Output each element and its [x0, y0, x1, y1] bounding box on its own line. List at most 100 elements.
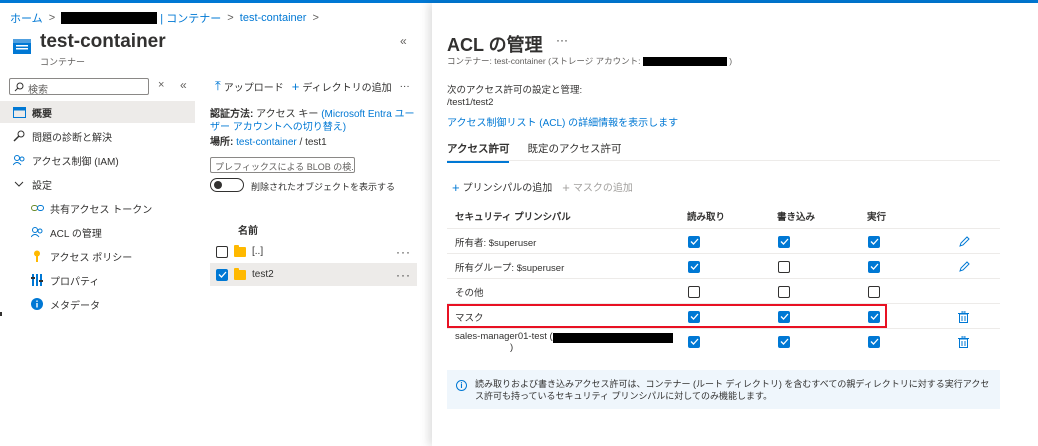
- breadcrumb: ホーム > | コンテナー > test-container >: [10, 10, 322, 26]
- sidebar-group-settings[interactable]: 設定: [0, 173, 195, 195]
- add-directory-button[interactable]: + ディレクトリの追加: [292, 79, 392, 94]
- sidebar-item-label: 共有アクセス トークン: [50, 204, 153, 216]
- execute-checkbox[interactable]: [868, 335, 880, 348]
- sidebar-item-acl[interactable]: ACL の管理: [0, 221, 195, 243]
- write-checkbox[interactable]: [778, 335, 790, 348]
- execute-cell: [868, 254, 880, 279]
- acl-actions: + プリンシパルの追加 + マスクの追加: [452, 179, 633, 195]
- checkmark-icon: [870, 338, 878, 345]
- sidebar-item-properties[interactable]: プロパティ: [0, 269, 195, 291]
- properties-icon: [30, 273, 44, 287]
- read-checkbox[interactable]: [688, 335, 700, 348]
- principal-label: 所有グループ: $superuser: [455, 262, 565, 274]
- search-icon: [14, 82, 24, 92]
- breadcrumb-container-link[interactable]: | コンテナー: [160, 13, 221, 25]
- breadcrumb-current[interactable]: test-container: [240, 12, 307, 24]
- mask-row-highlight: [447, 304, 887, 328]
- info-icon: i: [456, 380, 467, 391]
- execute-checkbox[interactable]: [868, 260, 880, 273]
- acl-path: /test1/test2: [447, 97, 494, 108]
- principal-name: その他: [455, 279, 484, 304]
- sidebar-item-label: プロパティ: [50, 276, 100, 288]
- prefix-search-input[interactable]: プレフィックスによる BLOB の検...: [210, 157, 355, 173]
- table-row: sales-manager01-test (): [447, 329, 1000, 354]
- more-icon[interactable]: ···: [396, 245, 411, 259]
- table-row: 所有者: $superuser: [447, 229, 1000, 254]
- execute-checkbox[interactable]: [868, 235, 880, 248]
- add-principal-label: プリンシパルの追加: [462, 183, 553, 194]
- more-icon[interactable]: ···: [556, 33, 568, 47]
- sidebar-item-label: 設定: [32, 180, 52, 192]
- sidebar-item-label: 概要: [32, 108, 52, 120]
- pencil-icon[interactable]: [958, 254, 970, 279]
- upload-button[interactable]: ⤒ アップロード: [215, 78, 284, 94]
- read-checkbox[interactable]: [688, 260, 700, 273]
- add-mask-button[interactable]: + マスクの追加: [562, 179, 633, 195]
- checkmark-icon: [690, 263, 698, 270]
- write-cell: [778, 329, 790, 354]
- plus-icon: +: [291, 78, 300, 94]
- sidebar-item-iam[interactable]: アクセス制御 (IAM): [0, 149, 195, 171]
- add-principal-button[interactable]: + プリンシパルの追加: [452, 179, 552, 195]
- search-placeholder: 検索: [28, 85, 48, 96]
- principal-name: 所有グループ: $superuser: [455, 254, 564, 279]
- search-input[interactable]: 検索: [9, 78, 149, 96]
- item-name[interactable]: test2: [252, 269, 274, 280]
- write-cell: [778, 279, 790, 304]
- wrench-icon: [12, 129, 26, 143]
- container-toolbar: ⤒ アップロード + ディレクトリの追加 ···: [215, 78, 410, 94]
- row-checkbox[interactable]: [216, 245, 228, 258]
- list-item[interactable]: test2 ···: [210, 263, 417, 286]
- execute-checkbox[interactable]: [868, 285, 880, 298]
- container-icon: [12, 36, 32, 56]
- redacted-account-name: [61, 12, 158, 24]
- row-checkbox[interactable]: [216, 268, 228, 281]
- write-checkbox[interactable]: [778, 235, 790, 248]
- sidebar-item-shared-access-token[interactable]: 共有アクセス トークン: [0, 197, 195, 219]
- sidebar-item-metadata[interactable]: メタデータ: [0, 293, 195, 315]
- checkmark-icon: [218, 271, 226, 278]
- add-mask-label: マスクの追加: [572, 183, 633, 194]
- double-chevron-left-icon[interactable]: «: [400, 34, 407, 48]
- read-cell: [688, 254, 700, 279]
- column-header-execute: 実行: [867, 212, 887, 223]
- principal-name: 所有者: $superuser: [455, 229, 536, 254]
- read-checkbox[interactable]: [688, 235, 700, 248]
- show-deleted-toggle[interactable]: [210, 178, 244, 192]
- pencil-icon[interactable]: [958, 229, 970, 254]
- chevron-down-icon: [12, 177, 26, 191]
- checkmark-icon: [690, 338, 698, 345]
- item-name[interactable]: [..]: [252, 246, 263, 257]
- sidebar-item-diagnose[interactable]: 問題の診断と解決: [0, 125, 195, 147]
- column-header-principal: セキュリティ プリンシパル: [455, 212, 571, 223]
- sidebar-item-label: アクセス制御 (IAM): [32, 156, 119, 168]
- folder-icon: [234, 244, 246, 257]
- location-container-link[interactable]: test-container: [236, 137, 297, 148]
- more-icon[interactable]: ···: [400, 81, 410, 92]
- close-icon[interactable]: ×: [158, 79, 164, 91]
- breadcrumb-separator: >: [227, 12, 234, 24]
- sidebar-item-access-policy[interactable]: アクセス ポリシー: [0, 245, 195, 267]
- breadcrumb-home[interactable]: ホーム: [10, 13, 43, 25]
- auth-method: 認証方法: アクセス キー (Microsoft Entra ユーザー アカウン…: [210, 108, 420, 134]
- plus-icon: +: [562, 180, 570, 195]
- trash-icon[interactable]: [958, 304, 969, 329]
- auth-value: アクセス キー: [256, 109, 319, 120]
- more-icon[interactable]: ···: [396, 268, 411, 282]
- name-column-header[interactable]: 名前: [238, 222, 258, 237]
- read-checkbox[interactable]: [688, 285, 700, 298]
- list-item[interactable]: [..] ···: [210, 240, 417, 263]
- double-chevron-left-icon[interactable]: «: [180, 78, 187, 92]
- location-folder: test1: [305, 137, 327, 148]
- principal-name: sales-manager01-test (): [455, 329, 673, 354]
- sidebar-item-label: 問題の診断と解決: [32, 132, 112, 144]
- write-checkbox[interactable]: [778, 260, 790, 273]
- execute-cell: [868, 279, 880, 304]
- upload-icon: ⤒: [215, 78, 221, 93]
- execute-cell: [868, 329, 880, 354]
- key-icon: [30, 249, 44, 263]
- write-checkbox[interactable]: [778, 285, 790, 298]
- sidebar-item-overview[interactable]: 概要: [0, 101, 195, 123]
- trash-icon[interactable]: [958, 329, 969, 354]
- acl-learn-more-link[interactable]: アクセス制御リスト (ACL) の詳細情報を表示します: [447, 114, 678, 129]
